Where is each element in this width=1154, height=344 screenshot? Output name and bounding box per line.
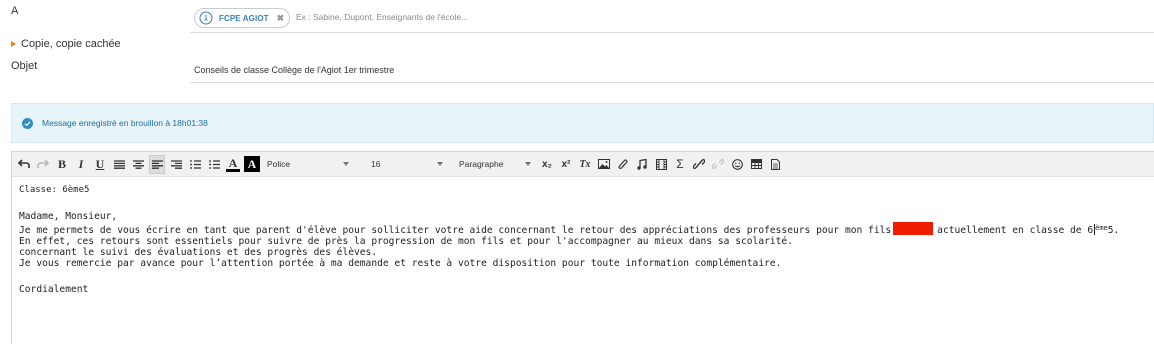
insert-table-button[interactable] xyxy=(748,155,764,174)
background-color-icon: A xyxy=(247,156,257,171)
body-line-2: En effet, ces retours sont essentiels po… xyxy=(19,236,793,247)
align-justify-icon xyxy=(113,159,125,169)
unlink-icon xyxy=(712,159,724,169)
paragraph-format-value: Paragraphe xyxy=(459,159,504,169)
paperclip-icon xyxy=(618,159,628,169)
editor-toolbar: B I U A A Police 16 Paragraphe x₂ x² Tx … xyxy=(12,152,1154,177)
redo-button[interactable] xyxy=(35,155,51,174)
superscript-button[interactable]: x² xyxy=(558,155,574,174)
message-editor: B I U A A Police 16 Paragraphe x₂ x² Tx … xyxy=(11,151,1154,344)
align-right-button[interactable] xyxy=(168,155,184,174)
align-center-button[interactable] xyxy=(130,155,146,174)
check-circle-icon xyxy=(22,117,33,129)
recipient-chip-label: FCPE AGIOT xyxy=(219,13,269,23)
draft-saved-banner: Message enregistré en brouillon à 18h01:… xyxy=(11,103,1154,143)
body-line-1-start: Je me permets de vous écrire en tant que… xyxy=(19,225,892,236)
subject-label: Objet xyxy=(11,60,38,72)
insert-link-button[interactable] xyxy=(691,155,707,174)
to-label: A xyxy=(11,5,19,17)
align-center-icon xyxy=(132,159,144,169)
undo-button[interactable] xyxy=(16,155,32,174)
body-line-4: Je vous remercie par avance pour l’atten… xyxy=(19,258,782,269)
italic-button[interactable]: I xyxy=(73,155,89,174)
image-icon xyxy=(598,159,610,169)
font-size-select[interactable]: 16 xyxy=(367,155,447,174)
font-color-button[interactable]: A xyxy=(225,155,241,174)
paragraph-format-select[interactable]: Paragraphe xyxy=(455,155,535,174)
recipient-search-input[interactable] xyxy=(296,12,596,22)
chevron-down-icon xyxy=(343,162,349,166)
greeting-line: Madame, Monsieur, xyxy=(19,211,118,222)
font-color-icon: A xyxy=(228,155,238,170)
chevron-down-icon xyxy=(437,162,443,166)
subscript-button[interactable]: x₂ xyxy=(539,155,555,174)
draft-saved-text: Message enregistré en brouillon à 18h01:… xyxy=(42,118,208,128)
bold-button[interactable]: B xyxy=(54,155,70,174)
align-right-icon xyxy=(170,159,182,169)
message-body[interactable]: Classe: 6ème5 Madame, Monsieur, Je me pe… xyxy=(12,177,1154,295)
smiley-icon xyxy=(731,158,743,170)
redacted-name xyxy=(893,222,934,235)
subject-input[interactable] xyxy=(194,65,794,75)
table-icon xyxy=(750,159,762,169)
attachment-button[interactable] xyxy=(615,155,631,174)
remove-recipient-icon[interactable]: ✖ xyxy=(277,13,285,24)
clear-format-button[interactable]: Tx xyxy=(577,155,593,174)
font-size-value: 16 xyxy=(371,159,381,169)
numbered-list-button[interactable] xyxy=(206,155,222,174)
align-left-button[interactable] xyxy=(149,154,165,174)
film-icon xyxy=(655,158,667,170)
document-icon xyxy=(770,158,780,170)
subject-field-underline xyxy=(190,82,1154,83)
numbered-list-icon xyxy=(208,159,220,169)
group-icon xyxy=(199,11,213,25)
expand-arrow-icon xyxy=(11,41,16,47)
music-note-icon xyxy=(637,158,647,170)
align-left-icon xyxy=(151,159,163,169)
body-line-1-end: 5. xyxy=(1107,225,1120,236)
font-family-select[interactable]: Police xyxy=(263,155,353,174)
underline-button[interactable]: U xyxy=(92,155,108,174)
insert-video-button[interactable] xyxy=(653,155,669,174)
body-line-1-middle: actuellement en classe de 6 xyxy=(937,225,1094,236)
align-justify-button[interactable] xyxy=(111,155,127,174)
link-icon xyxy=(693,159,705,169)
body-line-1: Je me permets de vous écrire en tant que… xyxy=(19,222,1154,236)
insert-document-button[interactable] xyxy=(767,155,783,174)
insert-emoji-button[interactable] xyxy=(729,155,745,174)
recipient-chip[interactable]: FCPE AGIOT ✖ xyxy=(194,8,290,28)
chevron-down-icon xyxy=(525,162,531,166)
insert-formula-button[interactable]: Σ xyxy=(672,155,688,174)
closing-line: Cordialement xyxy=(19,284,89,295)
undo-icon xyxy=(18,159,30,168)
body-line-3: concernant le suivi des évaluations et d… xyxy=(19,247,378,258)
unlink-button[interactable] xyxy=(710,155,726,174)
insert-audio-button[interactable] xyxy=(634,155,650,174)
cc-label: Copie, copie cachée xyxy=(21,38,121,50)
background-color-button[interactable]: A xyxy=(244,156,260,172)
bullet-list-button[interactable] xyxy=(187,155,203,174)
class-line: Classe: 6ème5 xyxy=(19,185,90,195)
insert-image-button[interactable] xyxy=(596,155,612,174)
redo-icon xyxy=(37,159,49,168)
ordinal-suffix: ème xyxy=(1095,224,1108,232)
to-field-underline xyxy=(190,32,1154,33)
bullet-list-icon xyxy=(189,159,201,169)
font-family-value: Police xyxy=(267,159,291,169)
font-color-swatch xyxy=(226,168,240,172)
cc-toggle[interactable]: Copie, copie cachée xyxy=(11,38,121,50)
